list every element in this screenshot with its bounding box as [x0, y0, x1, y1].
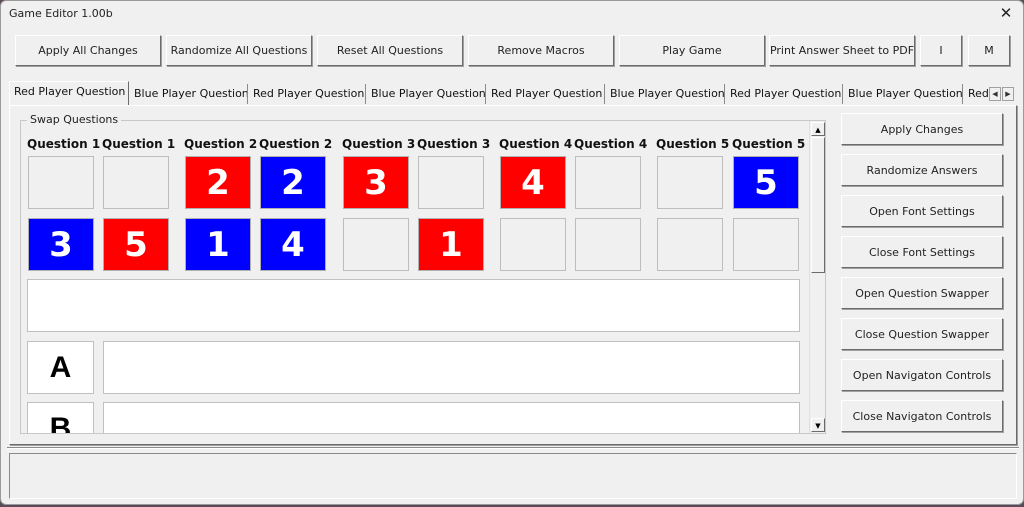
- swap-cell[interactable]: 2: [260, 156, 326, 209]
- swap-cell[interactable]: 4: [500, 156, 566, 209]
- reset-all-questions-button[interactable]: Reset All Questions: [317, 35, 463, 66]
- tab-blue-player-question-2[interactable]: Blue Player Question 2: [367, 84, 486, 104]
- swap-cell[interactable]: [103, 156, 169, 209]
- close-navigation-controls-button[interactable]: Close Navigaton Controls: [841, 400, 1003, 432]
- close-font-settings-button[interactable]: Close Font Settings: [841, 236, 1003, 268]
- tab-panel: Swap Questions Question 1 Question 1 Que…: [9, 105, 1017, 445]
- question-text-input[interactable]: [27, 279, 800, 332]
- m-button[interactable]: M: [968, 35, 1010, 66]
- swap-cell[interactable]: 4: [260, 218, 326, 271]
- swap-cell[interactable]: 3: [343, 156, 409, 209]
- swap-cell[interactable]: 5: [103, 218, 169, 271]
- close-icon[interactable]: ✕: [997, 4, 1015, 22]
- title-bar: Game Editor 1.00b ✕: [1, 1, 1023, 27]
- swap-cell[interactable]: [500, 218, 566, 271]
- swap-cell[interactable]: 1: [185, 218, 251, 271]
- swap-cell[interactable]: [575, 218, 641, 271]
- scroll-up-icon[interactable]: ▲: [811, 122, 825, 136]
- column-header: Question 2: [259, 137, 333, 151]
- column-header: Question 5: [656, 137, 730, 151]
- column-header: Question 2: [184, 137, 258, 151]
- scroll-down-icon[interactable]: ▼: [811, 418, 825, 432]
- swap-cell[interactable]: [343, 218, 409, 271]
- swap-cell[interactable]: [657, 218, 723, 271]
- tab-blue-player-question-1[interactable]: Blue Player Question 1: [130, 84, 248, 104]
- swap-cell[interactable]: [733, 218, 799, 271]
- apply-changes-button[interactable]: Apply Changes: [841, 113, 1003, 145]
- column-header: Question 5: [732, 137, 806, 151]
- answer-a-input[interactable]: [103, 341, 800, 394]
- open-question-swapper-button[interactable]: Open Question Swapper: [841, 277, 1003, 309]
- tab-scroll-right-icon[interactable]: ▶: [1002, 87, 1014, 101]
- tab-red-player-question-3[interactable]: Red Player Question 3: [487, 84, 605, 104]
- close-question-swapper-button[interactable]: Close Question Swapper: [841, 318, 1003, 350]
- swap-cell[interactable]: 5: [733, 156, 799, 209]
- swap-questions-frame: Swap Questions Question 1 Question 1 Que…: [20, 113, 826, 434]
- i-button[interactable]: I: [920, 35, 962, 66]
- swap-cell[interactable]: [418, 156, 484, 209]
- open-navigation-controls-button[interactable]: Open Navigaton Controls: [841, 359, 1003, 391]
- print-answer-sheet-button[interactable]: Print Answer Sheet to PDF: [769, 35, 915, 66]
- separator: [7, 447, 1019, 449]
- column-header: Question 4: [574, 137, 648, 151]
- tab-blue-player-question-3[interactable]: Blue Player Question 3: [606, 84, 725, 104]
- swap-cell[interactable]: [28, 156, 94, 209]
- tab-red-player-question-2[interactable]: Red Player Question 2: [249, 84, 366, 104]
- apply-all-changes-button[interactable]: Apply All Changes: [15, 35, 161, 66]
- column-header: Question 4: [499, 137, 573, 151]
- swap-cell[interactable]: [657, 156, 723, 209]
- vertical-scrollbar[interactable]: ▲ ▼: [809, 121, 825, 433]
- tab-red-player-question-4[interactable]: Red Player Question 4: [726, 84, 843, 104]
- tab-red-player-question-1[interactable]: Red Player Question 1: [9, 81, 129, 105]
- answer-b-label: B: [27, 402, 94, 433]
- answer-a-label: A: [27, 341, 94, 394]
- remove-macros-button[interactable]: Remove Macros: [468, 35, 614, 66]
- swap-cell[interactable]: [575, 156, 641, 209]
- game-editor-window: Game Editor 1.00b ✕ Apply All Changes Ra…: [0, 0, 1024, 505]
- swap-cell[interactable]: 3: [28, 218, 94, 271]
- swap-cell[interactable]: 1: [418, 218, 484, 271]
- answer-b-input[interactable]: [103, 402, 800, 433]
- column-header: Question 1: [102, 137, 176, 151]
- randomize-answers-button[interactable]: Randomize Answers: [841, 154, 1003, 186]
- tab-red-player-question-5[interactable]: Red: [964, 84, 990, 104]
- tab-blue-player-question-4[interactable]: Blue Player Question 4: [844, 84, 963, 104]
- randomize-all-questions-button[interactable]: Randomize All Questions: [166, 35, 312, 66]
- status-panel: [9, 453, 1017, 499]
- swap-questions-content: Question 1 Question 1 Question 2 Questio…: [21, 121, 810, 433]
- column-header: Question 3: [342, 137, 416, 151]
- open-font-settings-button[interactable]: Open Font Settings: [841, 195, 1003, 227]
- scrollbar-thumb[interactable]: [811, 137, 825, 273]
- tab-strip: Red Player Question 1 Blue Player Questi…: [9, 81, 1017, 105]
- window-title: Game Editor 1.00b: [9, 7, 113, 20]
- tab-scroll-left-icon[interactable]: ◀: [989, 87, 1001, 101]
- play-game-button[interactable]: Play Game: [619, 35, 765, 66]
- swap-cell[interactable]: 2: [185, 156, 251, 209]
- column-header: Question 3: [417, 137, 491, 151]
- column-header: Question 1: [27, 137, 101, 151]
